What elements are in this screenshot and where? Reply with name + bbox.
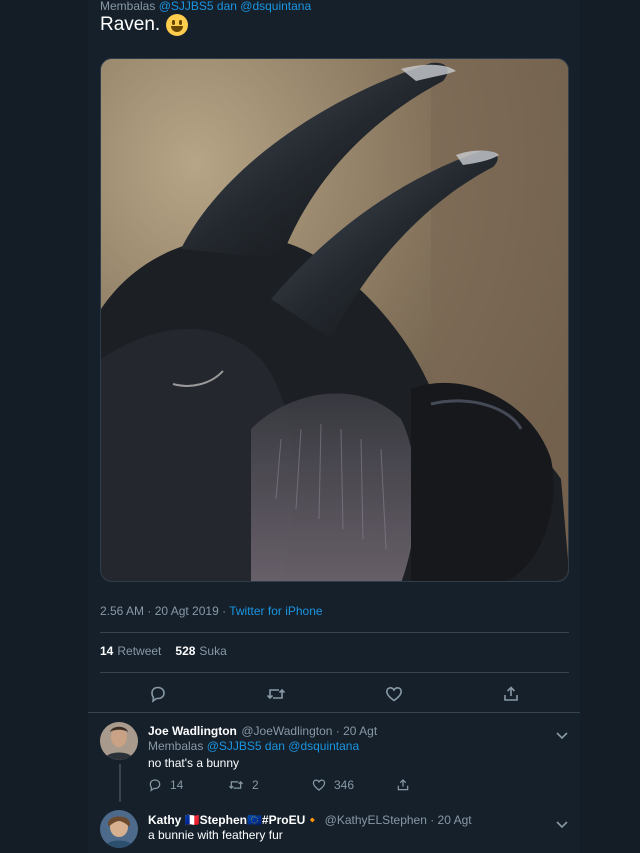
tweet-stats: 14 Retweet 528 Suka [100,644,227,658]
reply-icon [148,778,162,792]
avatar[interactable] [100,810,138,848]
reply-like-action[interactable]: 346 [312,778,396,792]
reply-replying-to: Membalas @SJJBS5 dan @dsquintana [148,739,359,753]
reply-reply-count: 14 [170,778,184,792]
reply-text: no that's a bunny [148,756,240,770]
timestamp-text: 2.56 AM · 20 Agt 2019 · [100,604,230,618]
like-stat[interactable]: 528 Suka [175,644,226,658]
thread-line [119,764,121,802]
reply-retweet-action[interactable]: 2 [228,778,312,792]
reply-text: a bunnie with feathery fur [148,828,283,842]
share-icon [396,778,410,792]
tweet-body: Raven. [100,14,161,35]
reply-icon[interactable] [149,685,167,703]
reply-actions: 14 2 346 [148,778,410,792]
share-icon[interactable] [502,685,520,703]
reply-share-action[interactable] [396,778,410,792]
retweet-icon[interactable] [266,685,286,703]
reply-reply-action[interactable]: 14 [148,778,228,792]
like-count: 528 [175,644,196,658]
divider [100,632,569,633]
tweet-text: Raven. [100,14,189,36]
divider [100,672,569,673]
replying-to: Membalas @SJJBS5 dan @dsquintana [100,0,311,12]
divider [88,712,580,713]
heart-icon [312,778,326,792]
reply-header: Joe Wadlington @JoeWadlington · 20 Agt [148,722,377,740]
reply-replying-handles[interactable]: @SJJBS5 dan @dsquintana [207,739,359,753]
reply-author-name[interactable]: Kathy 🇫🇷Stephen🇪🇺#ProEU🔸 [148,813,320,827]
replying-handles-link[interactable]: @SJJBS5 dan @dsquintana [159,0,311,13]
reply-author-handle: @KathyELStephen · 20 Agt [324,813,472,827]
tweet-photo[interactable] [100,58,569,582]
replying-prefix: Membalas [100,0,156,13]
reply-author-handle: @JoeWadlington · 20 Agt [241,724,378,738]
chevron-down-icon[interactable] [556,816,568,829]
retweet-count: 14 [100,644,114,658]
reply-header: Kathy 🇫🇷Stephen🇪🇺#ProEU🔸 @KathyELStephen… [148,811,472,829]
tweet-actions [100,682,569,706]
chevron-down-icon[interactable] [556,727,568,740]
source-link[interactable]: Twitter for iPhone [229,604,322,618]
retweet-label: Retweet [117,644,162,658]
reply-retweet-count: 2 [252,778,259,792]
like-label: Suka [199,644,227,658]
reply-like-count: 346 [334,778,355,792]
page: Membalas @SJJBS5 dan @dsquintana Raven. [0,0,640,853]
reply-replying-prefix: Membalas [148,739,204,753]
retweet-stat[interactable]: 14 Retweet [100,644,161,658]
avatar[interactable] [100,722,138,760]
raven-photo-illustration [101,59,568,581]
grinning-face-emoji-icon [166,14,189,36]
heart-icon[interactable] [385,685,403,703]
tweet-timestamp: 2.56 AM · 20 Agt 2019 · Twitter for iPho… [100,604,323,618]
reply-author-name[interactable]: Joe Wadlington [148,724,237,738]
retweet-icon [228,778,244,792]
